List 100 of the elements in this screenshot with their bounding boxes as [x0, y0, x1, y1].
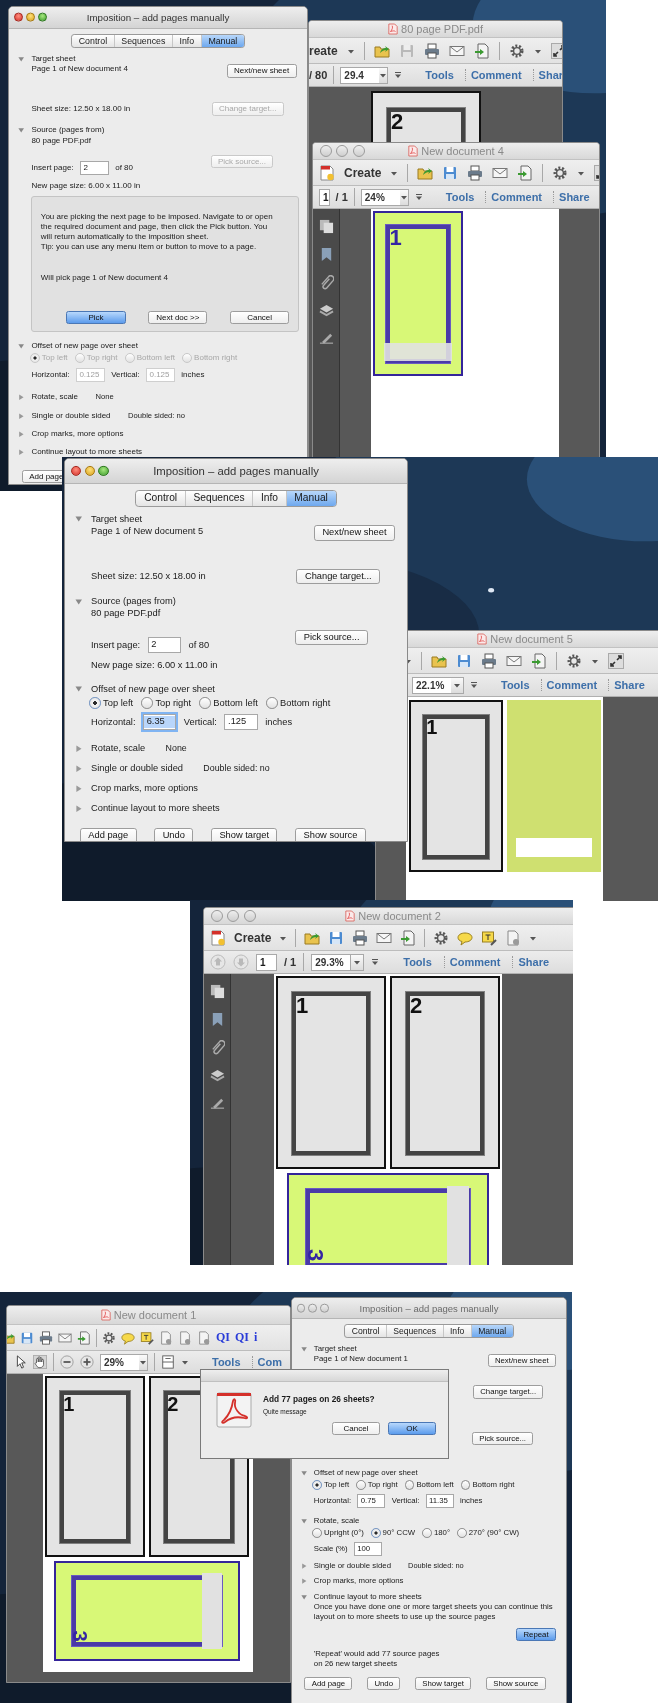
dropdown-button[interactable] [399, 188, 409, 206]
disclosure-triangle-icon[interactable] [75, 804, 83, 813]
toolbar-link[interactable]: Tools [420, 69, 459, 81]
note-icon[interactable] [481, 929, 498, 946]
caret-icon[interactable] [353, 958, 362, 966]
menu-icon[interactable] [414, 193, 423, 201]
zoom-field[interactable]: 29.3% [311, 953, 352, 971]
zoom-out-icon[interactable] [60, 1355, 74, 1369]
envelope-icon[interactable] [58, 1330, 72, 1345]
dropdown-button[interactable] [451, 676, 464, 694]
disclosure-triangle-icon[interactable] [300, 1469, 307, 1477]
dropdown-button[interactable] [379, 66, 389, 84]
radio-button[interactable] [356, 1479, 366, 1490]
layers-icon[interactable] [209, 1068, 225, 1083]
disclosure-triangle-icon[interactable] [75, 515, 83, 523]
toolbar-link[interactable]: Share [512, 956, 555, 968]
minimize-button[interactable] [84, 465, 95, 477]
expand-icon[interactable] [550, 42, 562, 59]
tab[interactable]: Info [442, 1324, 471, 1338]
create-button[interactable]: Create [344, 165, 382, 180]
gear-icon[interactable] [508, 42, 525, 59]
toolbar-link[interactable]: Com [251, 1356, 287, 1368]
pages-icon[interactable] [318, 219, 334, 234]
toolbar-link[interactable]: Comment [443, 956, 506, 968]
printer-icon[interactable] [467, 164, 484, 181]
button[interactable]: Cancel [332, 1422, 380, 1435]
tab[interactable]: Info [252, 490, 286, 506]
toolbar-link[interactable]: Tools [207, 1356, 246, 1368]
radio-button[interactable] [89, 696, 101, 709]
toolbar-button[interactable]: i [254, 1330, 258, 1345]
toolbar-link[interactable]: Tools [496, 679, 535, 691]
gear-icon[interactable] [102, 1330, 116, 1345]
tab[interactable]: Sequences [113, 34, 172, 48]
zoom-button[interactable] [37, 13, 47, 22]
tab[interactable]: Manual [470, 1324, 513, 1338]
layers-icon[interactable] [318, 303, 334, 318]
button[interactable]: Next/new sheet [313, 525, 395, 541]
note-icon[interactable] [140, 1330, 154, 1345]
toolbar-link[interactable]: Comment [464, 69, 527, 81]
tab[interactable]: Sequences [385, 1324, 443, 1338]
disclosure-triangle-icon[interactable] [17, 127, 25, 134]
tab[interactable]: Control [136, 490, 185, 506]
minimize-button[interactable] [336, 144, 349, 158]
document-icon[interactable] [159, 1330, 173, 1345]
zoom-button[interactable] [320, 1303, 329, 1313]
radio-button[interactable] [199, 696, 212, 709]
tab[interactable]: Manual [200, 34, 244, 48]
printer-icon[interactable] [423, 42, 440, 59]
tab[interactable]: Manual [285, 490, 336, 506]
gear-icon[interactable] [433, 929, 450, 946]
zoom-field[interactable]: 24% [360, 188, 401, 206]
radio-button[interactable] [404, 1479, 415, 1490]
pen-icon[interactable] [318, 331, 334, 346]
input-field[interactable]: 6.35 [142, 714, 177, 731]
close-button[interactable] [70, 465, 81, 477]
disclosure-triangle-icon[interactable] [17, 449, 25, 456]
zoom-field[interactable]: 29.4 [340, 66, 381, 84]
dropdown-button[interactable] [139, 1353, 148, 1371]
disclosure-triangle-icon[interactable] [75, 597, 83, 605]
button[interactable]: Pick [66, 310, 126, 325]
disclosure-triangle-icon[interactable] [300, 1345, 307, 1352]
page-field[interactable]: 1 [256, 953, 277, 971]
toolbar-button[interactable]: QI [216, 1330, 230, 1345]
menu-icon[interactable] [394, 71, 403, 79]
disclosure-triangle-icon[interactable] [17, 55, 25, 63]
document-arrow-icon[interactable] [473, 42, 490, 59]
gear-icon[interactable] [552, 164, 569, 181]
save-icon[interactable] [456, 652, 472, 669]
button[interactable]: Next doc >> [148, 310, 208, 325]
disclosure-triangle-icon[interactable] [17, 342, 25, 349]
toolbar-link[interactable]: Tools [440, 191, 480, 203]
input-field[interactable]: .125 [224, 714, 258, 731]
zoom-field[interactable]: 29% [100, 1353, 140, 1371]
button[interactable]: Add page [79, 828, 137, 841]
document-icon[interactable] [197, 1330, 211, 1345]
radio-button[interactable] [370, 1527, 381, 1538]
radio-button[interactable] [312, 1479, 322, 1490]
radio-button[interactable] [312, 1527, 322, 1538]
new-document-icon[interactable] [210, 929, 226, 946]
disclosure-triangle-icon[interactable] [300, 1517, 307, 1525]
printer-icon[interactable] [352, 929, 369, 946]
disclosure-triangle-icon[interactable] [75, 744, 83, 753]
gear-icon[interactable] [566, 652, 582, 669]
caret-icon[interactable] [379, 71, 388, 79]
printer-icon[interactable] [39, 1330, 53, 1345]
input-field[interactable]: 2 [147, 637, 182, 653]
input-field[interactable]: 2 [80, 161, 109, 176]
zoom-button[interactable] [98, 465, 109, 477]
speech-bubble-icon[interactable] [457, 929, 474, 946]
close-button[interactable] [13, 13, 23, 22]
document-arrow-icon[interactable] [77, 1330, 91, 1345]
toolbar-link[interactable]: Comment [485, 191, 548, 203]
button[interactable]: Show target [211, 828, 278, 841]
toolbar-link[interactable]: Tools [398, 956, 437, 968]
button[interactable]: Change target... [296, 568, 381, 585]
button[interactable]: Show source [295, 828, 366, 841]
toolbar-link[interactable]: Share [608, 679, 650, 691]
button[interactable]: Pick source... [295, 629, 368, 646]
disclosure-triangle-icon[interactable] [75, 685, 83, 693]
document-icon[interactable] [505, 929, 522, 946]
